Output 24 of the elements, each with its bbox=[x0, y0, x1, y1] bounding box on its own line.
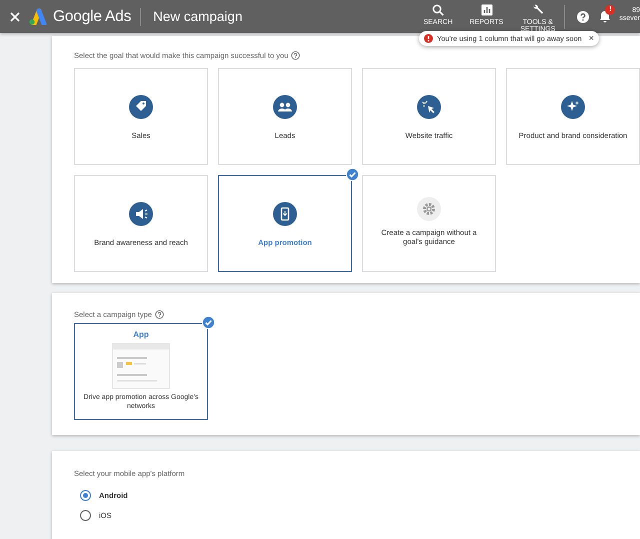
bar-chart-icon bbox=[480, 4, 492, 16]
sparkle-icon bbox=[561, 95, 585, 119]
check-icon bbox=[346, 168, 359, 181]
cursor-click-icon bbox=[417, 95, 441, 119]
help-icon[interactable] bbox=[154, 310, 164, 319]
megaphone-icon bbox=[129, 202, 153, 226]
logo-icon bbox=[28, 8, 47, 25]
radio-button[interactable] bbox=[80, 490, 91, 501]
app-ad-preview-drawing bbox=[112, 343, 170, 389]
phone-download-icon bbox=[273, 202, 297, 226]
help-icon[interactable] bbox=[577, 10, 590, 22]
people-icon bbox=[273, 95, 297, 119]
close-button[interactable]: × bbox=[588, 34, 594, 43]
error-icon bbox=[424, 34, 433, 43]
help-icon[interactable] bbox=[291, 51, 300, 60]
check-icon bbox=[202, 316, 215, 329]
page-title: New campaign bbox=[153, 9, 242, 24]
tag-icon bbox=[129, 95, 153, 119]
product-name: Google Ads bbox=[53, 8, 142, 26]
close-icon[interactable] bbox=[10, 12, 20, 22]
wrench-icon bbox=[530, 4, 545, 16]
search-icon bbox=[432, 4, 444, 16]
gear-icon bbox=[417, 197, 441, 221]
radio-button[interactable] bbox=[80, 510, 91, 521]
